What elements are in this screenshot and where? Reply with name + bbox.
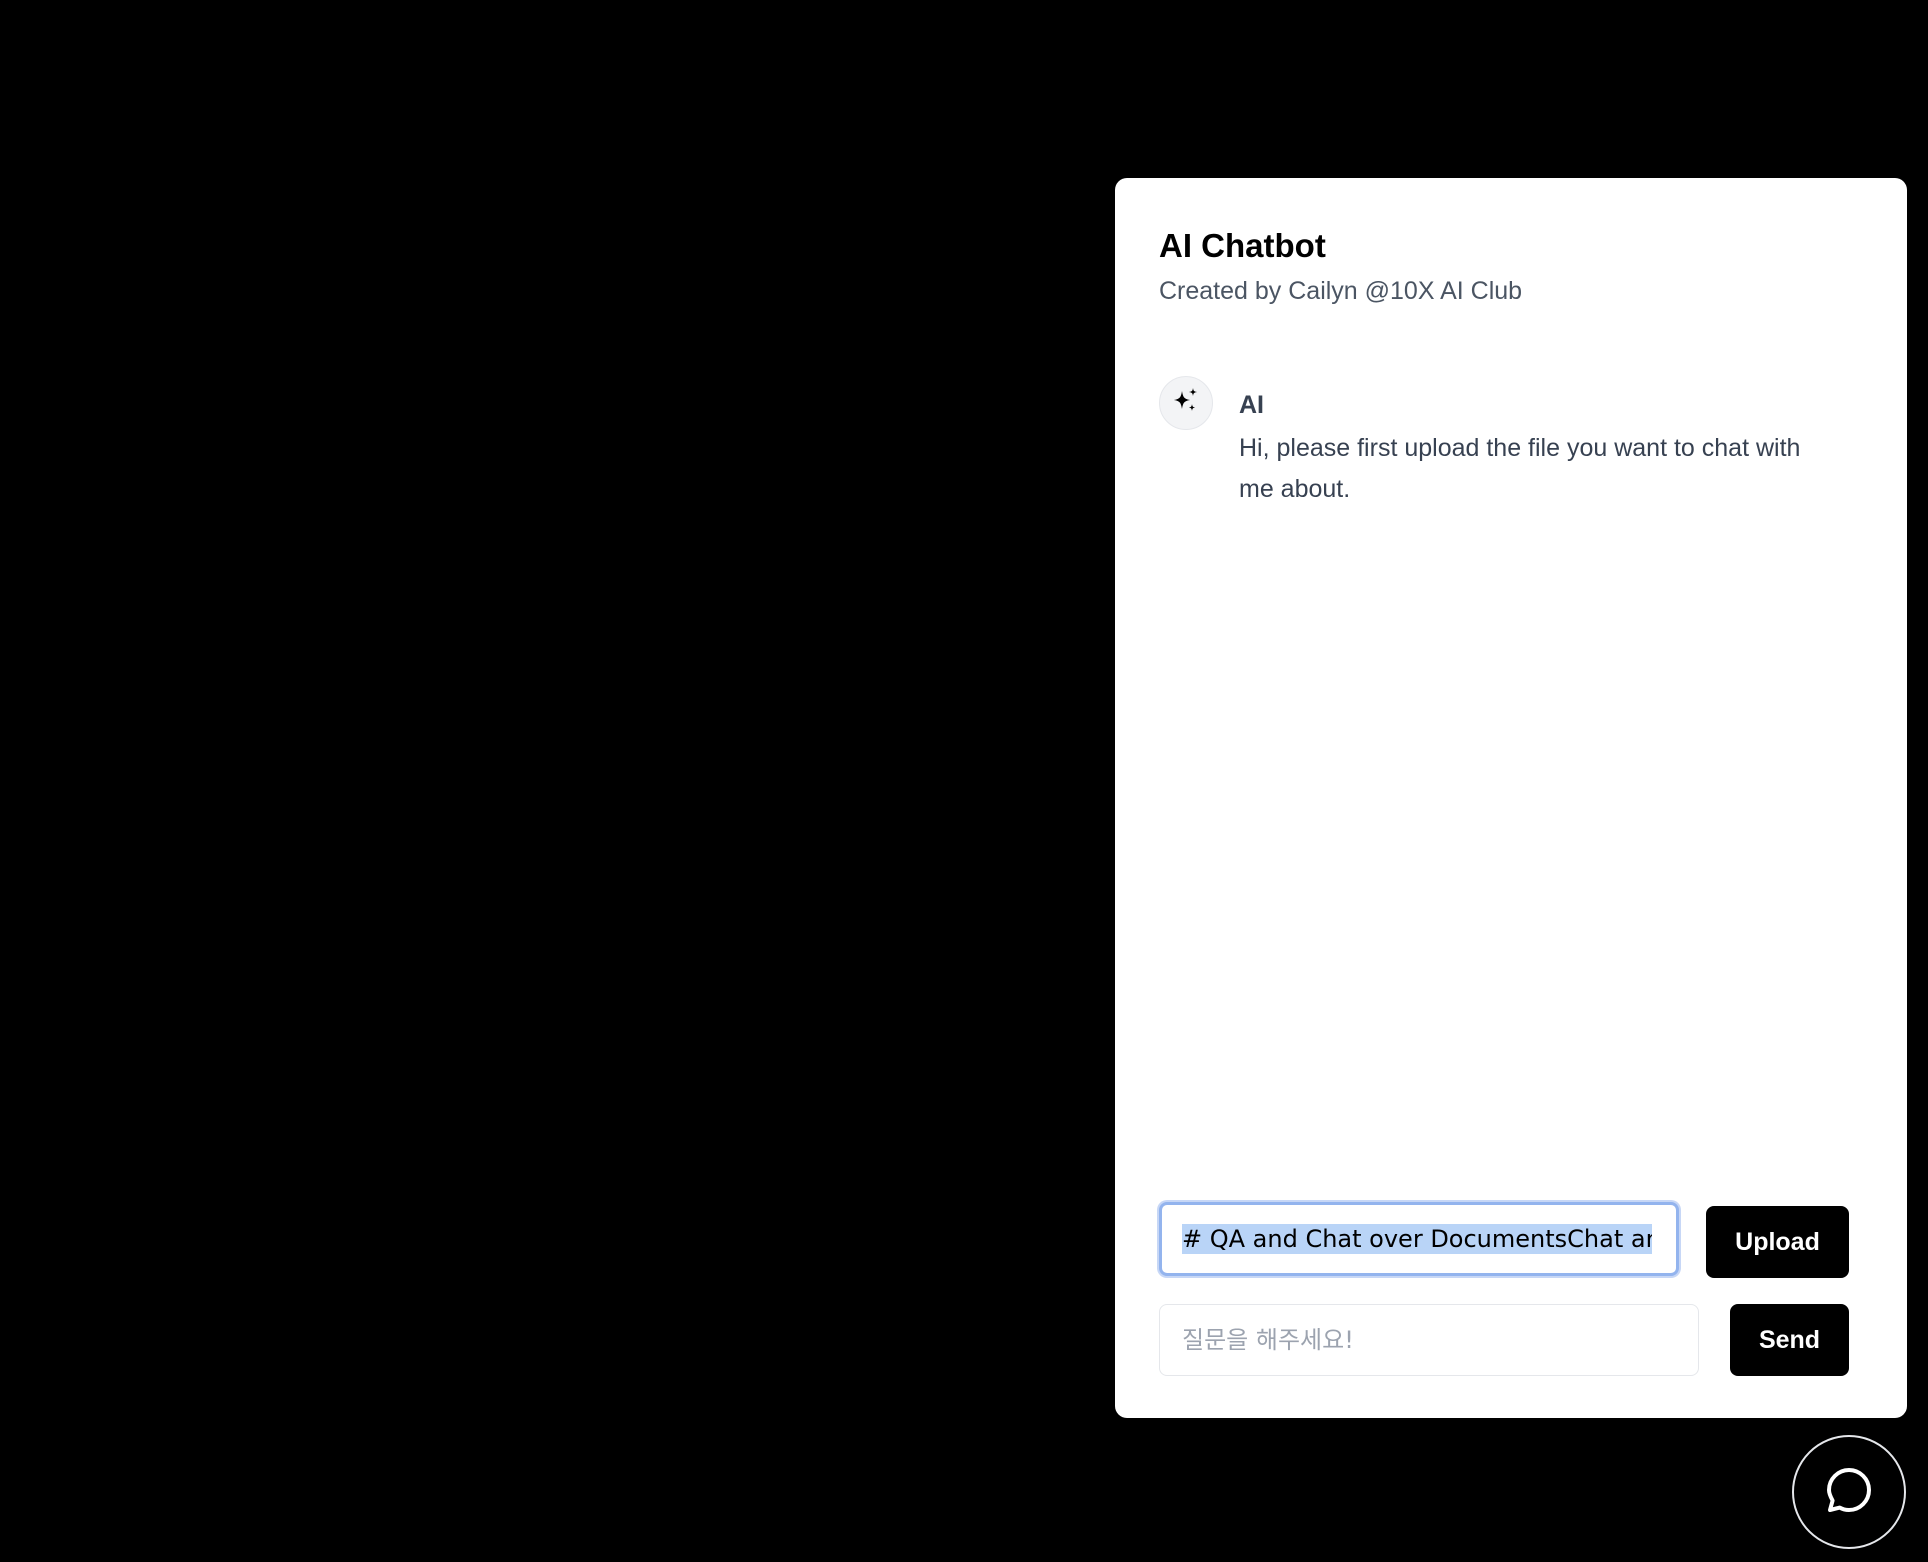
upload-text-value: # QA and Chat over DocumentsChat and — [1182, 1224, 1652, 1254]
chat-launcher-button[interactable] — [1792, 1435, 1906, 1549]
chat-subtitle: Created by Cailyn @10X AI Club — [1159, 277, 1523, 305]
message-text: Hi, please first upload the file you wan… — [1239, 434, 1801, 503]
message-body: AI Hi, please first upload the file you … — [1239, 390, 1819, 510]
chat-bubble-icon-svg — [1827, 1467, 1871, 1512]
send-row: Send — [1159, 1302, 1849, 1376]
chat-bubble-icon — [1821, 1462, 1877, 1523]
chat-title: AI Chatbot — [1159, 227, 1326, 264]
message-sender: AI — [1239, 391, 1264, 419]
question-input[interactable] — [1159, 1304, 1699, 1376]
chat-header: AI Chatbot Created by Cailyn @10X AI Clu… — [1159, 226, 1522, 306]
upload-text-input[interactable]: # QA and Chat over DocumentsChat and — [1159, 1202, 1679, 1276]
sparkles-icon-svg — [1174, 387, 1197, 411]
chat-panel: AI Chatbot Created by Cailyn @10X AI Clu… — [1115, 178, 1907, 1418]
send-button[interactable]: Send — [1730, 1304, 1849, 1376]
upload-button[interactable]: Upload — [1706, 1206, 1849, 1278]
sparkles-icon — [1171, 386, 1201, 421]
upload-row: # QA and Chat over DocumentsChat and Upl… — [1159, 1202, 1849, 1278]
ai-avatar — [1159, 376, 1213, 430]
